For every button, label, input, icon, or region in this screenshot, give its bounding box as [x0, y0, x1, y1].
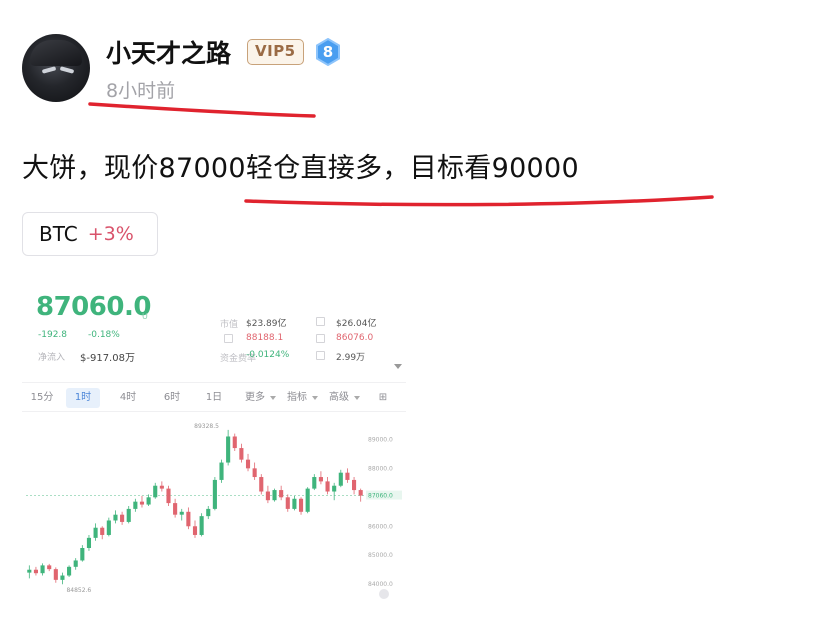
axis-tick-label: 89000.0	[368, 436, 393, 443]
caret-more-icon	[270, 396, 276, 400]
candle-body	[73, 560, 78, 567]
candle-body	[239, 448, 244, 460]
candle-body	[358, 490, 363, 496]
candle-body	[106, 520, 111, 535]
low-icon	[316, 334, 325, 343]
mkt-cap-label: 市值	[220, 320, 239, 330]
candle-body	[332, 485, 337, 492]
net-inflow-value: $-917.08万	[80, 353, 135, 364]
ticker-symbol: BTC	[39, 222, 78, 246]
candle-body	[86, 537, 92, 548]
tab-1h[interactable]: 1时	[66, 388, 100, 408]
candle-body	[212, 479, 217, 509]
candle-body	[93, 527, 98, 538]
tab-advanced[interactable]: 高级	[324, 388, 354, 408]
axis-tick-label: 88000.0	[368, 465, 393, 472]
tab-15m[interactable]: 15分	[28, 388, 56, 408]
candle-body	[186, 511, 191, 527]
axis-tick-label: 87060.0	[368, 493, 393, 500]
price-unit: U	[142, 312, 148, 321]
candle-body	[245, 459, 251, 469]
tab-6h[interactable]: 6时	[158, 388, 186, 408]
candle-body	[318, 477, 323, 482]
change-abs: -192.8	[38, 330, 68, 340]
post-text: 大饼，现价87000轻仓直接多，目标看90000	[22, 153, 579, 184]
candle-body	[153, 485, 158, 498]
time-underline	[88, 102, 316, 118]
candle-body	[345, 472, 350, 480]
candlestick-chart[interactable]: 89328.5 84852.6 89000.0 88000.0 87060.0 86000…	[22, 414, 406, 604]
tab-more[interactable]: 更多	[240, 388, 270, 408]
candle-body	[298, 498, 304, 512]
candle-body	[232, 436, 237, 449]
candle-body	[259, 477, 264, 492]
ticker-chip[interactable]: BTC +3%	[22, 212, 158, 256]
candle-body	[126, 508, 131, 522]
candle-body	[192, 526, 198, 535]
text-underline	[244, 195, 714, 207]
candle-body	[27, 569, 32, 573]
candle-body	[312, 477, 317, 489]
candle-body	[338, 472, 343, 486]
high-value: 88188.1	[246, 333, 284, 343]
grid-layout-icon[interactable]: ⊞	[372, 388, 394, 408]
candle-body	[80, 548, 85, 561]
candle-body	[67, 566, 72, 576]
low-price-label: 84852.6	[66, 587, 91, 594]
current-price: 87060.0	[36, 292, 151, 322]
timeframe-tabs: 15分 1时 4时 6时 1日 更多 指标 高级 ⊞	[22, 382, 406, 412]
candle-body	[325, 481, 330, 492]
candle-body	[146, 497, 151, 505]
candle-body	[206, 508, 211, 517]
axis-tick-label: 84000.0	[368, 581, 393, 588]
candle-body	[285, 497, 290, 509]
candle-body	[100, 527, 105, 535]
candle-body	[352, 479, 357, 491]
volume-value: $26.04亿	[336, 319, 377, 329]
supply-value: 2.99万	[336, 353, 366, 363]
mkt-cap-value: $23.89亿	[246, 319, 287, 329]
ticker-change: +3%	[87, 223, 134, 245]
caret-indicator-icon	[312, 396, 318, 400]
axis-tick-label: 86000.0	[368, 523, 393, 530]
axis-tick-label: 85000.0	[368, 552, 393, 559]
market-chart-card[interactable]: 87060.0 U -192.8 -0.18% 净流入 $-917.08万 市值…	[22, 286, 406, 604]
tab-4h[interactable]: 4时	[114, 388, 142, 408]
candle-body	[272, 490, 277, 501]
candle-body	[139, 501, 145, 505]
funding-value: -0.0124%	[246, 350, 290, 360]
candle-body	[40, 565, 45, 574]
candle-body	[53, 569, 58, 580]
candle-body	[33, 569, 38, 574]
candle-body	[226, 436, 231, 463]
caret-advanced-icon	[354, 396, 360, 400]
candle-body	[219, 462, 224, 480]
high-icon	[224, 334, 233, 343]
candle-body	[265, 491, 270, 501]
chart-settings-icon	[379, 589, 389, 599]
high-price-label: 89328.5	[194, 423, 219, 430]
volume-icon	[316, 317, 325, 326]
candle-body	[60, 575, 65, 580]
candle-body	[120, 514, 125, 522]
low-value: 86076.0	[336, 333, 374, 343]
candle-body	[292, 498, 297, 509]
candle-body	[252, 468, 257, 478]
candle-body	[113, 514, 118, 521]
candle-body	[279, 490, 284, 498]
candle-body	[166, 488, 171, 504]
tab-indicator[interactable]: 指标	[282, 388, 312, 408]
candle-body	[179, 511, 184, 515]
candle-body	[133, 501, 138, 509]
candle-body	[305, 488, 310, 512]
change-pct: -0.18%	[88, 330, 120, 340]
chevron-down-icon[interactable]	[394, 364, 402, 369]
candle-body	[47, 565, 52, 570]
supply-icon	[316, 351, 325, 360]
tab-1d[interactable]: 1日	[200, 388, 228, 408]
candle-body	[159, 485, 164, 489]
candle-body	[173, 503, 178, 515]
net-inflow-label: 净流入	[38, 353, 66, 363]
candle-body	[199, 516, 204, 535]
